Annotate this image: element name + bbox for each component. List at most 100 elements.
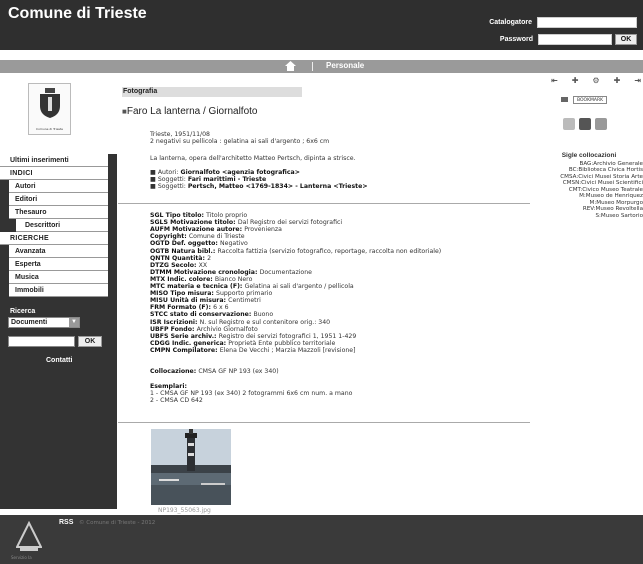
- field-value: Negativo: [220, 240, 248, 248]
- metadata-row: OGTD Def. oggetto: Negativo: [150, 240, 248, 247]
- chevron-down-icon[interactable]: ▼: [69, 318, 79, 327]
- field-value: Registro dei servizi fotografici 1, 1951…: [218, 332, 357, 340]
- field-value: 6 x 6: [213, 304, 229, 312]
- login-pass-row: Password OK: [500, 34, 637, 45]
- field-label: Copyright:: [150, 233, 189, 241]
- login-ok-button[interactable]: OK: [615, 34, 637, 45]
- footer: Servizio Ia RSS © Comune di Trieste - 20…: [0, 515, 643, 564]
- toolbar: ⇤ ✚ ⚙ ✚ ⇥: [551, 76, 641, 86]
- sidebar-heading-indici: INDICI: [0, 167, 108, 180]
- sidebar-item-autori[interactable]: Autori: [9, 180, 108, 193]
- password-label: Password: [499, 36, 533, 43]
- field-label: CMPN Compilatore:: [150, 346, 220, 354]
- record-title: ■Faro La lanterna / Giornalfoto: [122, 106, 257, 117]
- field-value: Bianco Nero: [214, 275, 253, 283]
- field-label: MISU Unità di misura:: [150, 297, 229, 305]
- collocazione: Collocazione: CMSA GF NP 193 (ex 340): [150, 368, 279, 375]
- desc-line: La lanterna, opera dell'architetto Matte…: [150, 155, 356, 162]
- share-icons: [563, 118, 607, 132]
- catalogatore-input[interactable]: [537, 17, 637, 28]
- footer-logo-icon[interactable]: [16, 521, 42, 557]
- sidebar: Comune di Trieste Ultimi inserimenti IND…: [0, 73, 117, 515]
- field-label: STCC stato di conservazione:: [150, 311, 254, 319]
- prev-record-icon[interactable]: ✚: [572, 76, 579, 86]
- ricerca-ok-button[interactable]: OK: [78, 336, 102, 347]
- email-icon[interactable]: [563, 118, 575, 130]
- coat-of-arms-logo[interactable]: Comune di Trieste: [28, 83, 71, 135]
- metadata-row: CMPN Compilatore: Elena De Vecchi ; Marz…: [150, 347, 356, 354]
- field-value: Centimetri: [228, 297, 261, 305]
- field-label: UBFP Fondo:: [150, 325, 197, 333]
- field-label: QNTN Quantità:: [150, 254, 208, 262]
- breadcrumb: Fotografia: [122, 87, 302, 97]
- main-content: Fotografia ■Faro La lanterna / Giornalfo…: [118, 73, 530, 515]
- side-nav: Ultimi inserimenti INDICI Autori Editori…: [0, 154, 117, 509]
- thumbnail-caption[interactable]: NP193_55063.jpg: [158, 507, 211, 514]
- field-label: MTC materia e tecnica (F):: [150, 283, 245, 290]
- link-value[interactable]: Pertsch, Matteo <1769-1834> - Lanterna <…: [188, 183, 368, 190]
- ricerca-input[interactable]: [8, 336, 75, 347]
- record-title-text: Faro La lanterna / Giornalfoto: [126, 106, 258, 117]
- first-record-icon[interactable]: ⇤: [551, 76, 558, 86]
- esemplari-heading: Esemplari:: [150, 383, 187, 390]
- sidebar-item-musica[interactable]: Musica: [9, 271, 108, 284]
- sidebar-item-thesauro[interactable]: Thesauro: [9, 206, 108, 219]
- bookmark-widget[interactable]: BOOKMARK: [561, 95, 631, 104]
- field-value: Gelatina ai sali d'argento / pellicola: [244, 283, 354, 290]
- bookmark-icon: [561, 97, 568, 102]
- field-label: UBFS Serie archiv.:: [150, 332, 219, 340]
- field-value: XX: [198, 261, 208, 269]
- link-value[interactable]: Fari marittimi - Trieste: [188, 176, 266, 183]
- field-value: Titolo proprio: [206, 212, 248, 219]
- home-icon[interactable]: [285, 61, 296, 72]
- sidebar-item-avanzata[interactable]: Avanzata: [9, 245, 108, 258]
- link-label: Soggetti:: [157, 183, 188, 190]
- metadata-row: STCC stato di conservazione: Buono: [150, 311, 273, 318]
- field-label: OGTD Def. oggetto:: [150, 240, 221, 248]
- gear-icon[interactable]: ⚙: [592, 76, 599, 86]
- next-record-icon[interactable]: ✚: [614, 76, 621, 86]
- sigle-collocazioni: Sigle collocazioni BAG:Archivio Generale…: [535, 152, 643, 219]
- contatti-link[interactable]: Contatti: [46, 357, 72, 364]
- site-title[interactable]: Comune di Trieste: [8, 5, 147, 23]
- field-label: DTMM Motivazione cronologia:: [150, 268, 260, 276]
- field-label: DTZG Secolo:: [150, 261, 199, 269]
- esemplare-row: 2 - CMSA CD 642: [150, 397, 203, 404]
- copyright: © Comune di Trieste - 2012: [79, 520, 156, 526]
- print-icon[interactable]: [579, 118, 591, 130]
- link-soggetti-2: ■ Soggetti: Pertsch, Matteo <1769-1834> …: [150, 183, 368, 190]
- sidebar-item-ultimi[interactable]: Ultimi inserimenti: [0, 154, 108, 167]
- sidebar-item-esperta[interactable]: Esperta: [9, 258, 108, 271]
- metadata-row: DTZG Secolo: XX: [150, 262, 207, 269]
- field-value: Elena De Vecchi ; Marzia Mazzoli [revisi…: [219, 346, 356, 354]
- password-input[interactable]: [538, 34, 612, 45]
- sidebar-item-immobili[interactable]: Immobili: [9, 284, 108, 297]
- field-value: Buono: [253, 311, 274, 319]
- rss-link[interactable]: RSS: [59, 519, 73, 526]
- field-label: OGTB Natura bibl.:: [150, 247, 218, 255]
- field-value: Archivio Giornalfoto: [196, 325, 258, 333]
- bookmark-button[interactable]: BOOKMARK: [573, 95, 608, 104]
- field-value: Provenienza: [244, 226, 282, 234]
- metadata-row: MTX Indic. colore: Bianco Nero: [150, 276, 252, 283]
- photo-thumbnail[interactable]: [151, 429, 231, 505]
- collocazione-value: CMSA GF NP 193 (ex 340): [198, 368, 279, 375]
- divider: [118, 422, 530, 423]
- catalogatore-label: Catalogatore: [489, 19, 532, 26]
- sidebar-item-editori[interactable]: Editori: [9, 193, 108, 206]
- ricerca-label: Ricerca: [10, 308, 36, 315]
- footer-logo-text: Servizio Ia: [11, 555, 32, 560]
- sidebar-heading-ricerche: RICERCHE: [0, 232, 108, 245]
- ricerca-select[interactable]: Documenti ▼: [8, 317, 80, 328]
- field-label: SGLS Motivazione titolo:: [150, 219, 238, 227]
- metadata-row: MISU Unità di misura: Centimetri: [150, 297, 261, 304]
- nav-personale[interactable]: Personale: [326, 61, 364, 70]
- coat-caption: Comune di Trieste: [35, 127, 64, 131]
- link-value[interactable]: Giornalfoto <agenzia fotografica>: [181, 169, 300, 176]
- field-value: Documentazione: [259, 268, 312, 276]
- login-user-row: Catalogatore: [489, 17, 637, 28]
- sidebar-item-descrittori[interactable]: Descrittori: [16, 219, 108, 232]
- export-icon[interactable]: [595, 118, 607, 130]
- metadata-row: UBFS Serie archiv.: Registro dei servizi…: [150, 333, 356, 340]
- last-record-icon[interactable]: ⇥: [634, 76, 641, 86]
